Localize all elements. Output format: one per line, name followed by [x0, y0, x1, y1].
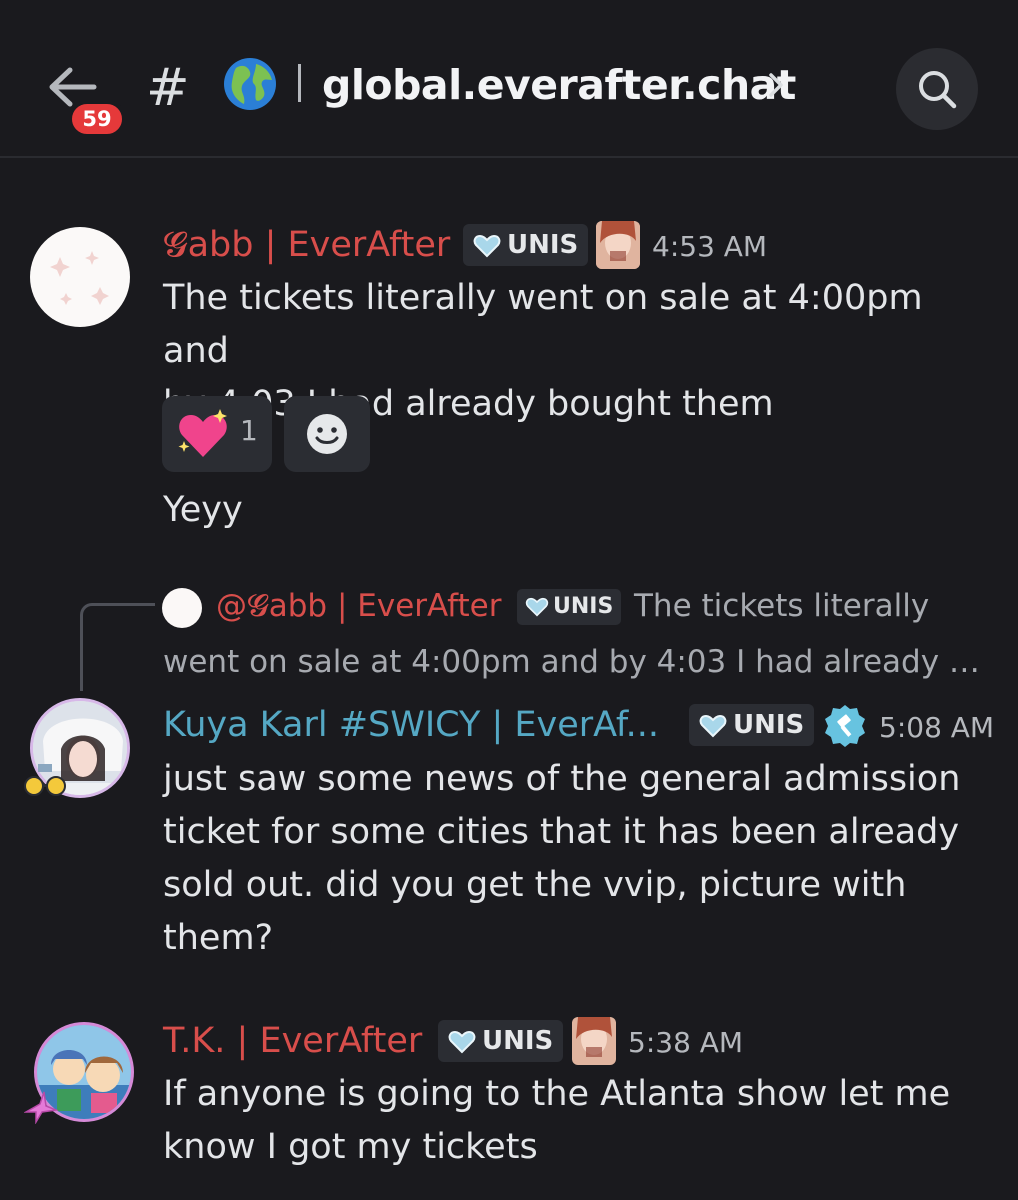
- reply-preview[interactable]: The tickets literally: [634, 585, 929, 627]
- reaction-sparkling-heart[interactable]: 1: [162, 396, 272, 472]
- server-tag[interactable]: UNIS: [689, 704, 815, 746]
- server-tag-label: UNIS: [733, 710, 805, 740]
- message-line: sold out. did you get the vvip, picture …: [163, 865, 907, 905]
- channel-title[interactable]: global.everafter.chat: [322, 58, 796, 112]
- message-followup: Yeyy: [163, 490, 243, 530]
- channel-hash-icon: #: [146, 58, 190, 118]
- message-content: If anyone is going to the Atlanta show l…: [163, 1068, 993, 1174]
- reply-avatar[interactable]: [162, 588, 202, 628]
- smiley-icon: [307, 414, 347, 454]
- earth-globe-icon: [224, 58, 276, 110]
- paper-crane-icon: [24, 1091, 58, 1124]
- author-name[interactable]: Kuya Karl #SWICY | EverAf...: [163, 704, 659, 746]
- message-line: ticket for some cities that it has been …: [163, 812, 960, 852]
- reply-preview[interactable]: went on sale at 4:00pm and by 4:03 I had…: [163, 641, 980, 683]
- message-line: know I got my tickets: [163, 1127, 538, 1167]
- heart-icon: [699, 714, 727, 738]
- heart-icon: [448, 1030, 476, 1054]
- reaction-count: 1: [240, 414, 258, 447]
- timestamp: 5:08 AM: [879, 711, 995, 744]
- role-icon: [572, 1017, 616, 1065]
- reply-server-tag: UNIS: [517, 589, 622, 625]
- reply-author[interactable]: @𝓖abb | EverAfter: [216, 585, 501, 627]
- server-tag-label: UNIS: [507, 230, 579, 260]
- server-tag-label: UNIS: [482, 1026, 554, 1056]
- message-line: just saw some news of the general admiss…: [163, 759, 961, 799]
- chevron-right-icon[interactable]: [766, 70, 786, 100]
- title-separator: [298, 64, 301, 102]
- portrait-role-icon: [572, 1017, 616, 1065]
- server-tag[interactable]: UNIS: [438, 1020, 564, 1062]
- heart-icon: [525, 597, 549, 617]
- timestamp: 4:53 AM: [652, 230, 768, 263]
- author-name[interactable]: 𝓖abb | EverAfter: [163, 224, 450, 266]
- message-line: If anyone is going to the Atlanta show l…: [163, 1074, 951, 1114]
- role-icon: [596, 221, 640, 269]
- glasses-decoration-icon: [24, 764, 66, 796]
- heart-icon: [473, 234, 501, 258]
- search-button[interactable]: [896, 48, 978, 130]
- avatar[interactable]: [30, 227, 130, 327]
- author-name[interactable]: T.K. | EverAfter: [163, 1020, 422, 1062]
- timestamp: 5:38 AM: [628, 1026, 744, 1059]
- server-tag-label: UNIS: [553, 594, 614, 619]
- moderator-badge-icon: [825, 705, 865, 747]
- unread-badge: 59: [68, 100, 126, 138]
- sparkle-avatar-image: [50, 251, 109, 305]
- portrait-role-icon: [596, 221, 640, 269]
- channel-header: 59 # global.everafter.chat: [0, 0, 1018, 158]
- reply-connector: [80, 603, 155, 691]
- add-reaction-button[interactable]: [284, 396, 370, 472]
- message-line: them?: [163, 918, 274, 958]
- message-content: just saw some news of the general admiss…: [163, 753, 993, 965]
- server-tag[interactable]: UNIS: [463, 224, 589, 266]
- message-line: The tickets literally went on sale at 4:…: [163, 278, 923, 371]
- sparkling-heart-icon: [178, 409, 227, 457]
- search-icon: [919, 71, 957, 109]
